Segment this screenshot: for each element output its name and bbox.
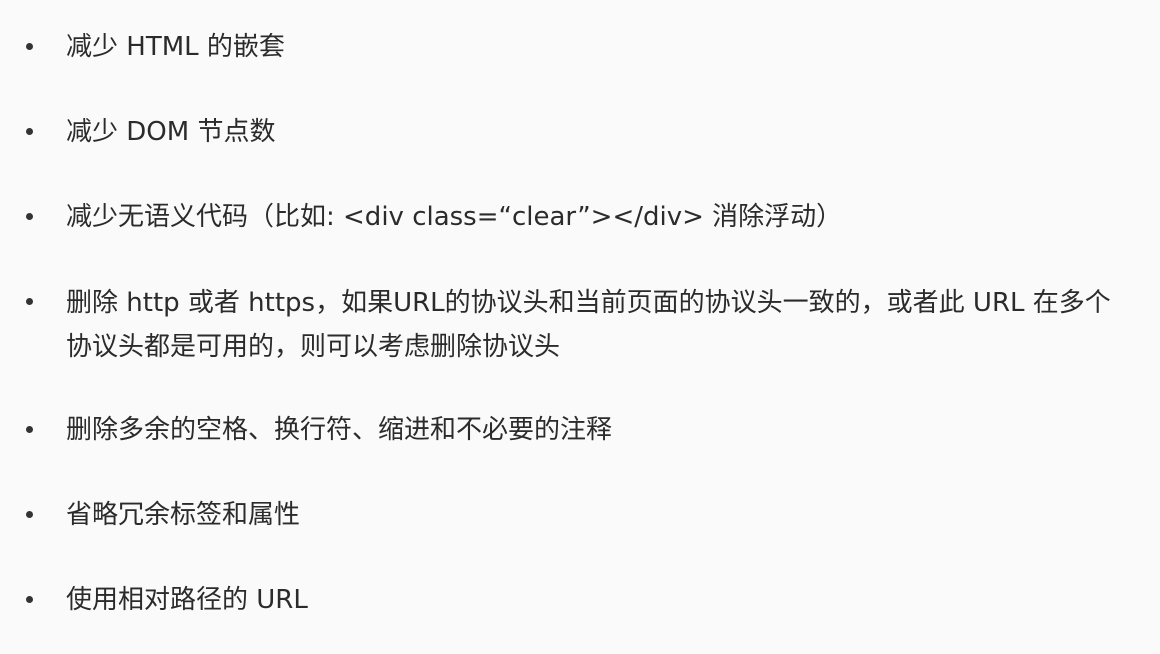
bullet-dot-icon [26, 213, 33, 220]
list-item-text: 使用相对路径的 URL [66, 585, 308, 615]
list-item: 删除 http 或者 https，如果URL的协议头和当前页面的协议头一致的，或… [26, 281, 1160, 369]
bullet-dot-icon [26, 511, 33, 518]
bullet-dot-icon [26, 43, 33, 50]
list-item-text: 省略冗余标签和属性 [66, 500, 301, 530]
list-item: 减少无语义代码（比如: <div class=“clear”></div> 消除… [26, 196, 1160, 238]
slide-page: 减少 HTML 的嵌套 减少 DOM 节点数 减少无语义代码（比如: <div … [0, 0, 1160, 654]
bullet-dot-icon [26, 298, 33, 305]
list-item: 减少 DOM 节点数 [26, 111, 1160, 153]
bullet-dot-icon [26, 426, 33, 433]
bullet-dot-icon [26, 128, 33, 135]
list-item-text: 减少 DOM 节点数 [66, 117, 276, 147]
list-item-text: 删除多余的空格、换行符、缩进和不必要的注释 [66, 415, 613, 445]
optimization-list: 减少 HTML 的嵌套 减少 DOM 节点数 减少无语义代码（比如: <div … [26, 26, 1160, 621]
list-item: 省略冗余标签和属性 [26, 494, 1160, 536]
list-item-text: 减少无语义代码（比如: <div class=“clear”></div> 消除… [66, 202, 843, 232]
bullet-dot-icon [26, 596, 33, 603]
list-item: 减少 HTML 的嵌套 [26, 26, 1160, 68]
list-item-text: 减少 HTML 的嵌套 [66, 32, 285, 62]
list-item: 使用相对路径的 URL [26, 579, 1160, 621]
list-item: 删除多余的空格、换行符、缩进和不必要的注释 [26, 409, 1160, 451]
list-item-text: 删除 http 或者 https，如果URL的协议头和当前页面的协议头一致的，或… [66, 288, 1111, 362]
